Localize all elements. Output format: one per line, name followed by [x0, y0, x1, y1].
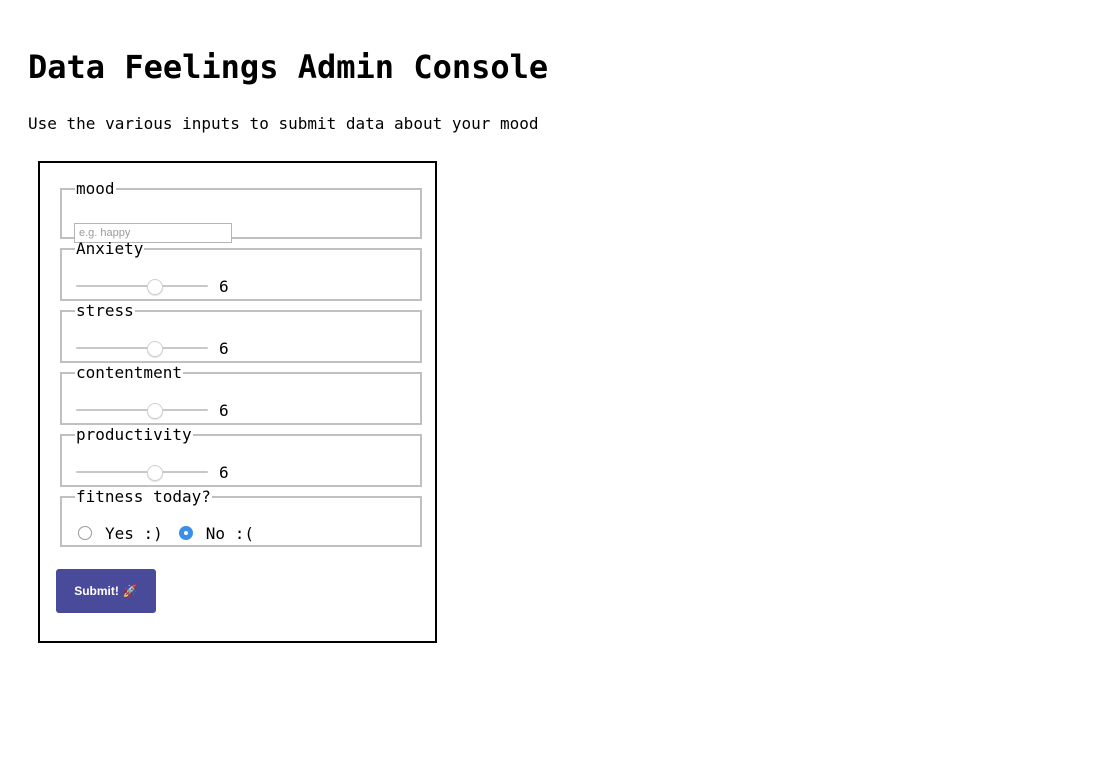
slider-thumb[interactable] — [147, 279, 164, 295]
fitness-no-label[interactable]: No :( — [206, 524, 254, 543]
mood-legend: mood — [76, 179, 115, 198]
anxiety-fieldset: Anxiety 6 — [60, 241, 422, 301]
fitness-radio-group: Yes :) No :( — [78, 523, 270, 543]
fitness-yes-radio[interactable] — [78, 526, 92, 540]
contentment-fieldset: contentment 6 — [60, 365, 422, 425]
anxiety-slider[interactable] — [76, 279, 208, 295]
slider-track — [76, 285, 208, 287]
slider-thumb[interactable] — [147, 403, 164, 419]
fitness-legend: fitness today? — [76, 487, 211, 506]
productivity-legend: productivity — [76, 425, 192, 444]
stress-slider[interactable] — [76, 341, 208, 357]
anxiety-value: 6 — [219, 277, 229, 296]
stress-fieldset: stress 6 — [60, 303, 422, 363]
anxiety-legend: Anxiety — [76, 239, 144, 258]
fitness-yes-label[interactable]: Yes :) — [105, 524, 163, 543]
submit-label: Submit! — [74, 584, 119, 598]
slider-thumb[interactable] — [147, 465, 164, 481]
page-subtitle: Use the various inputs to submit data ab… — [28, 114, 539, 133]
fitness-no-radio[interactable] — [178, 526, 193, 540]
rocket-icon: 🚀 — [122, 584, 138, 598]
fitness-fieldset: fitness today? Yes :) No :( — [60, 489, 422, 547]
mood-fieldset: mood — [60, 179, 422, 243]
contentment-slider[interactable] — [76, 403, 208, 419]
page: Data Feelings Admin Console Use the vari… — [0, 0, 1114, 765]
slider-track — [76, 471, 208, 473]
contentment-value: 6 — [219, 401, 229, 420]
submit-button[interactable]: Submit! 🚀 — [56, 569, 156, 613]
productivity-slider[interactable] — [76, 465, 208, 481]
stress-legend: stress — [76, 301, 134, 320]
slider-track — [76, 347, 208, 349]
productivity-fieldset: productivity 6 — [60, 427, 422, 487]
slider-track — [76, 409, 208, 411]
mood-form: mood Anxiety 6 stress 6 contentment — [38, 161, 437, 643]
stress-value: 6 — [219, 339, 229, 358]
productivity-value: 6 — [219, 463, 229, 482]
contentment-legend: contentment — [76, 363, 182, 382]
slider-thumb[interactable] — [147, 341, 164, 357]
page-title: Data Feelings Admin Console — [28, 48, 549, 86]
